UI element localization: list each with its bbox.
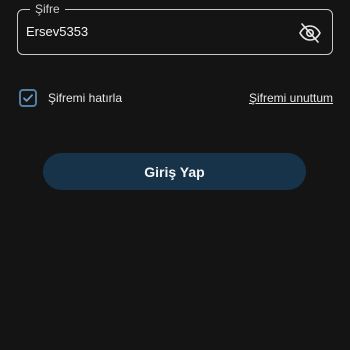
eye-off-icon[interactable] xyxy=(298,21,322,45)
password-field-label: Şifre xyxy=(30,1,65,17)
remember-me-label: Şifremi hatırla xyxy=(48,91,123,105)
remember-me-row: Şifremi hatırla xyxy=(19,87,122,109)
remember-me-checkbox[interactable] xyxy=(19,89,37,107)
login-button[interactable]: Giriş Yap xyxy=(43,153,306,190)
login-screen: Şifre Ersev5353 Şifremi hatırla Şifremi … xyxy=(0,0,350,350)
forgot-password-link[interactable]: Şifremi unuttum xyxy=(249,91,333,105)
password-field-value[interactable]: Ersev5353 xyxy=(26,23,88,41)
password-field[interactable]: Şifre Ersev5353 xyxy=(17,1,333,55)
check-icon xyxy=(23,94,33,102)
